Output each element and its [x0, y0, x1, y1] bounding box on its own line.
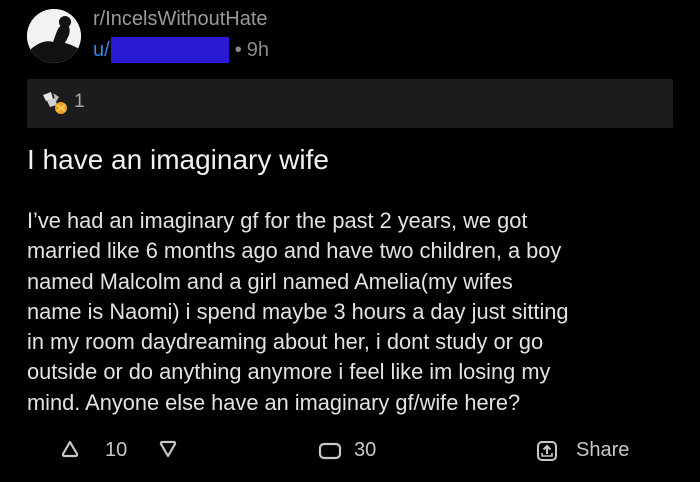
downvote-button[interactable] [158, 439, 178, 459]
vote-count-label: 10 [105, 439, 128, 461]
subreddit-avatar-icon[interactable] [27, 9, 81, 63]
comment-count: 30 [354, 439, 377, 461]
post-age: 9h [246, 38, 269, 61]
username-redaction [110, 37, 229, 63]
post-body: I’ve had an imaginary gf for the past 2 … [27, 208, 569, 415]
downvote-icon [158, 439, 178, 459]
vote-count: 10 [105, 439, 127, 462]
upvote-button[interactable] [60, 439, 80, 459]
award-icon [41, 89, 71, 117]
subreddit-name[interactable]: r/IncelsWithoutHate [93, 8, 268, 31]
upvote-icon [60, 439, 80, 459]
share-icon [536, 440, 558, 462]
share-label: Share [576, 439, 630, 461]
post-header: r/IncelsWithoutHate u/ • 9h [27, 6, 627, 64]
award-count: 1 [74, 91, 85, 112]
post-meta: u/ • 9h [93, 36, 269, 64]
comments-button[interactable]: 30 [318, 439, 376, 462]
meta-separator: • [234, 38, 242, 61]
post-title[interactable]: I have an imaginary wife [27, 144, 329, 176]
comment-icon [318, 441, 342, 461]
username-link[interactable]: u/ [93, 39, 110, 62]
share-button[interactable]: Share [536, 439, 629, 462]
award-bar[interactable]: 1 [27, 79, 673, 128]
action-bar: 10 30 Share [0, 430, 700, 474]
